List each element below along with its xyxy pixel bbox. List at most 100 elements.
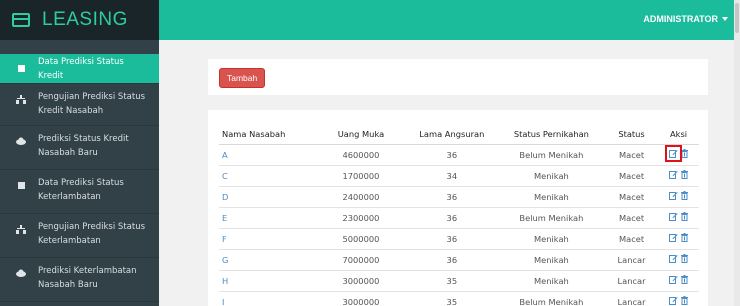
cell-status-pernikahan: Menikah: [497, 165, 605, 187]
user-menu[interactable]: ADMINISTRATOR: [643, 14, 728, 24]
cell-nama-nasabah[interactable]: E: [219, 207, 317, 229]
table-panel: Nama Nasabah Uang Muka Lama Angsuran Sta…: [208, 110, 708, 306]
highlight-box: [665, 145, 683, 162]
cell-aksi: [658, 144, 699, 166]
sidebar-item-data-prediksi-status-keterlambatan[interactable]: Data Prediksi Status Keterlambatan: [0, 170, 159, 214]
cell-status: Lancar: [605, 291, 659, 306]
cell-nama-nasabah[interactable]: F: [219, 228, 317, 250]
cell-status-pernikahan: Belum Menikah: [497, 207, 605, 229]
cell-nama-nasabah[interactable]: G: [219, 249, 317, 271]
cell-nama-nasabah[interactable]: A: [219, 144, 317, 166]
sidebar-item-label: Data Prediksi Status Kredit: [38, 56, 124, 81]
cell-status-pernikahan: Menikah: [497, 249, 605, 271]
edit-icon[interactable]: [669, 233, 678, 242]
cell-nama-nasabah[interactable]: I: [219, 291, 317, 306]
column-header: Uang Muka: [316, 125, 406, 145]
column-header: Lama Angsuran: [405, 125, 498, 145]
cell-status-pernikahan: Menikah: [497, 228, 605, 250]
cell-status-pernikahan: Belum Menikah: [497, 144, 605, 166]
cell-nama-nasabah[interactable]: H: [219, 270, 317, 292]
cell-lama-angsuran: 34: [405, 165, 498, 187]
sidebar-item-prediksi-status-kredit-baru[interactable]: Prediksi Status Kredit Nasabah Baru: [0, 126, 159, 170]
square-icon: [16, 64, 26, 74]
cell-aksi: [658, 249, 699, 271]
cell-aksi: [658, 186, 699, 208]
column-header: Status Pernikahan: [497, 125, 605, 145]
sidebar-item-data-prediksi-status-kredit[interactable]: Data Prediksi Status Kredit: [0, 54, 159, 84]
cell-uang-muka: 1700000: [316, 165, 406, 187]
cell-uang-muka: 5000000: [316, 228, 406, 250]
sidebar-item-prediksi-keterlambatan-baru[interactable]: Prediksi Keterlambatan Nasabah Baru: [0, 258, 159, 302]
cell-uang-muka: 3000000: [316, 291, 406, 306]
chevron-down-icon: [722, 17, 728, 21]
trash-icon[interactable]: [681, 233, 689, 242]
column-header: Status: [605, 125, 659, 145]
sitemap-icon: [16, 224, 26, 234]
table-row: G 7000000 36 Menikah Lancar: [219, 249, 699, 271]
edit-icon[interactable]: [669, 275, 678, 284]
cell-nama-nasabah[interactable]: C: [219, 165, 317, 187]
sitemap-icon: [16, 94, 26, 104]
edit-icon[interactable]: [669, 296, 678, 305]
trash-icon[interactable]: [681, 296, 689, 305]
cell-lama-angsuran: 36: [405, 249, 498, 271]
add-button[interactable]: Tambah: [219, 68, 266, 88]
sidebar-item-label: Data Prediksi Status Keterlambatan: [38, 178, 124, 202]
cell-lama-angsuran: 35: [405, 291, 498, 306]
cell-aksi: [658, 228, 699, 250]
sidebar-item-pengujian-prediksi-status-keterlambatan[interactable]: Pengujian Prediksi Status Keterlambatan: [0, 214, 159, 258]
column-header: Aksi: [658, 125, 699, 145]
edit-icon[interactable]: [669, 170, 678, 179]
cell-aksi: [658, 291, 699, 306]
cell-status-pernikahan: Menikah: [497, 270, 605, 292]
sidebar-nav: Data Prediksi Status Kredit Pengujian Pr…: [0, 54, 159, 302]
cell-uang-muka: 2400000: [316, 186, 406, 208]
cell-status-pernikahan: Belum Menikah: [497, 291, 605, 306]
cell-status-pernikahan: Menikah: [497, 186, 605, 208]
cell-status: Lancar: [605, 270, 659, 292]
trash-icon[interactable]: [681, 149, 689, 158]
scrollbar[interactable]: [734, 0, 740, 306]
cloud-icon: [16, 268, 26, 278]
edit-icon[interactable]: [669, 254, 678, 263]
cell-status: Macet: [605, 207, 659, 229]
cell-status: Macet: [605, 228, 659, 250]
data-table: Nama Nasabah Uang Muka Lama Angsuran Sta…: [219, 125, 699, 306]
trash-icon[interactable]: [681, 191, 689, 200]
sidebar-item-label: Prediksi Status Kredit Nasabah Baru: [38, 134, 129, 158]
edit-icon[interactable]: [669, 212, 678, 221]
edit-icon[interactable]: [665, 145, 683, 162]
sidebar-item-label: Pengujian Prediksi Status Keterlambatan: [38, 222, 146, 246]
trash-icon[interactable]: [681, 254, 689, 263]
table-row: D 2400000 36 Menikah Macet: [219, 186, 699, 208]
cell-nama-nasabah[interactable]: D: [219, 186, 317, 208]
cell-uang-muka: 4600000: [316, 144, 406, 166]
table-header-row: Nama Nasabah Uang Muka Lama Angsuran Sta…: [219, 125, 699, 145]
cell-lama-angsuran: 35: [405, 270, 498, 292]
cell-uang-muka: 2300000: [316, 207, 406, 229]
table-row: H 3000000 35 Menikah Lancar: [219, 270, 699, 292]
cell-lama-angsuran: 36: [405, 207, 498, 229]
table-row: I 3000000 35 Belum Menikah Lancar: [219, 291, 699, 306]
toolbar-panel: Tambah: [208, 59, 708, 95]
sidebar-item-pengujian-prediksi-status-kredit[interactable]: Pengujian Prediksi Status Kredit Nasabah: [0, 84, 159, 126]
brand[interactable]: LEASING: [0, 0, 159, 40]
cell-status: Macet: [605, 165, 659, 187]
cell-status: Macet: [605, 144, 659, 166]
cell-lama-angsuran: 36: [405, 228, 498, 250]
cell-lama-angsuran: 36: [405, 186, 498, 208]
cell-aksi: [658, 270, 699, 292]
cloud-icon: [16, 136, 26, 146]
table-row: F 5000000 36 Menikah Macet: [219, 228, 699, 250]
cell-status: Macet: [605, 186, 659, 208]
table-row: E 2300000 36 Belum Menikah Macet: [219, 207, 699, 229]
sidebar: LEASING Data Prediksi Status Kredit Peng…: [0, 0, 159, 306]
trash-icon[interactable]: [681, 170, 689, 179]
table-row: A 4600000 36 Belum Menikah Macet: [219, 144, 699, 166]
trash-icon[interactable]: [681, 275, 689, 284]
trash-icon[interactable]: [681, 212, 689, 221]
topbar: ADMINISTRATOR: [159, 0, 740, 40]
brand-title: LEASING: [42, 9, 128, 30]
edit-icon[interactable]: [669, 191, 678, 200]
cell-aksi: [658, 165, 699, 187]
